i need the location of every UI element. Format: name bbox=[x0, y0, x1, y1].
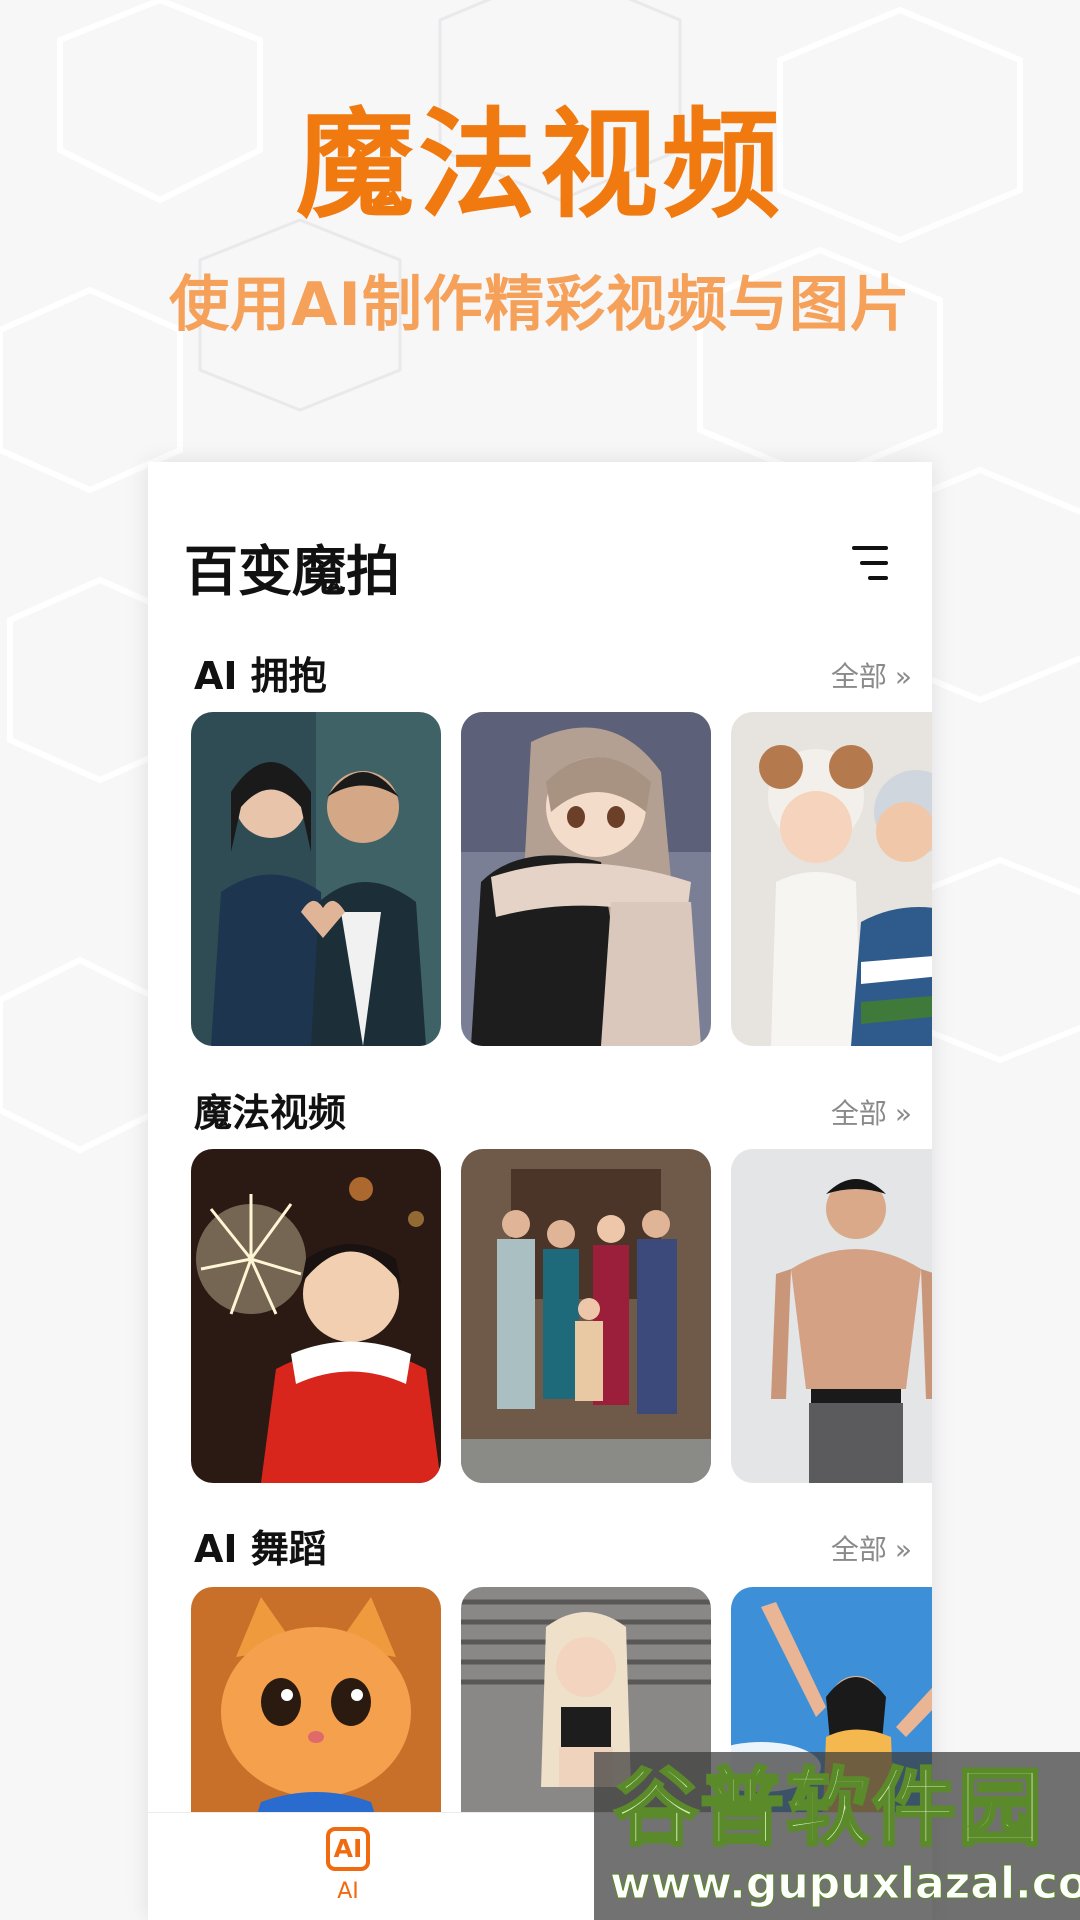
girl-with-sparkler-image bbox=[191, 1149, 441, 1483]
section-title: 魔法视频 bbox=[194, 1091, 347, 1135]
double-chevron-right-icon: » bbox=[894, 1533, 912, 1566]
section-header-magic-video: 魔法视频 全部» bbox=[148, 1082, 932, 1142]
menu-button[interactable] bbox=[848, 542, 892, 586]
tab-ai[interactable]: AI AI bbox=[306, 1827, 390, 1917]
see-all-label: 全部 bbox=[830, 1097, 887, 1130]
card-row-magic-video bbox=[148, 1149, 932, 1483]
template-card[interactable] bbox=[461, 1149, 711, 1483]
menu-lines-icon bbox=[852, 546, 888, 580]
baby-and-grandma-image bbox=[731, 712, 932, 1046]
section-title: AI 拥抱 bbox=[194, 654, 327, 698]
promo-subtitle: 使用AI制作精彩视频与图片 bbox=[169, 270, 911, 340]
template-card[interactable] bbox=[461, 712, 711, 1046]
card-row-ai-hug bbox=[148, 712, 932, 1046]
see-all-link[interactable]: 全部» bbox=[831, 657, 912, 697]
tab-ai-label: AI bbox=[337, 1879, 359, 1904]
template-card[interactable] bbox=[191, 1149, 441, 1483]
app-screen: 百变魔拍 AI 拥抱 全部» 魔法视频 全部 » AI 舞蹈 全部 » AI A… bbox=[148, 462, 932, 1920]
section-header-ai-dance: AI 舞蹈 全部» bbox=[148, 1518, 932, 1578]
see-all-link[interactable]: 全部» bbox=[831, 1530, 912, 1570]
see-all-label: 全部 bbox=[830, 1533, 887, 1566]
watermark-name: 谷普软件园 bbox=[612, 1758, 1045, 1859]
see-all-link[interactable]: 全部» bbox=[831, 1094, 912, 1134]
app-title: 百变魔拍 bbox=[184, 540, 400, 603]
double-chevron-right-icon: » bbox=[894, 660, 912, 693]
section-header-ai-hug: AI 拥抱 全部» bbox=[148, 645, 932, 705]
double-chevron-right-icon: » bbox=[894, 1097, 912, 1130]
family-portrait-image bbox=[461, 1149, 711, 1483]
muscular-man-image bbox=[731, 1149, 932, 1483]
template-card[interactable] bbox=[731, 712, 932, 1046]
site-watermark: 谷普软件园 www.gupuxlazal.com bbox=[594, 1752, 1080, 1920]
template-card[interactable] bbox=[731, 1149, 932, 1483]
couple-heart-hands-image bbox=[191, 712, 441, 1046]
template-card[interactable] bbox=[191, 712, 441, 1046]
promo-title: 魔法视频 bbox=[295, 96, 784, 234]
anime-hug-image bbox=[461, 712, 711, 1046]
watermark-url: www.gupuxlazal.com bbox=[610, 1858, 1080, 1910]
see-all-label: 全部 bbox=[830, 660, 887, 693]
ai-tab-icon: AI bbox=[326, 1827, 370, 1871]
section-title: AI 舞蹈 bbox=[194, 1527, 327, 1571]
